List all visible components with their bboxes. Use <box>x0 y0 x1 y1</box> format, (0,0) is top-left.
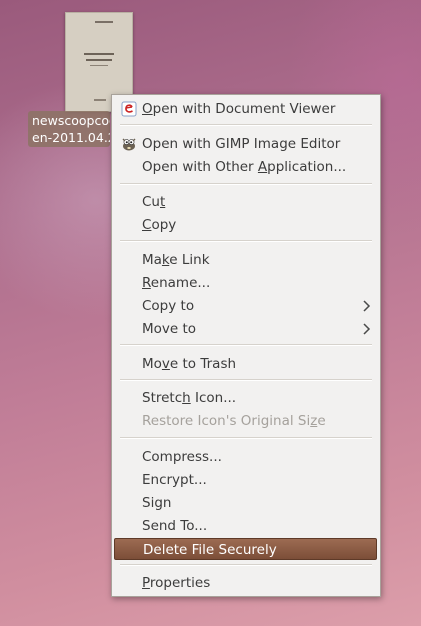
file-name-label[interactable]: newscoopcoo en-2011.04.28 <box>28 111 110 147</box>
accel-key: t <box>159 194 166 210</box>
separator <box>120 124 372 126</box>
label-post: Icon... <box>190 390 237 406</box>
label-post: ename... <box>150 275 211 291</box>
label-pre: Open with GIMP Image Editor <box>142 136 341 152</box>
accel-key: v <box>161 356 170 372</box>
menu-item-compress[interactable]: Compress... <box>114 446 378 468</box>
separator <box>120 564 372 566</box>
accel-key: P <box>142 575 150 591</box>
menu-item-encrypt[interactable]: Encrypt... <box>114 469 378 491</box>
menu-item-open-document-viewer[interactable]: Open with Document Viewer <box>114 98 378 120</box>
label-pre: Ma <box>142 252 162 268</box>
label-post: roperties <box>149 575 211 591</box>
separator <box>120 344 372 346</box>
label-post: pplication... <box>267 159 347 175</box>
chevron-right-icon <box>363 300 371 312</box>
menu-item-cut[interactable]: Cut <box>114 191 378 213</box>
menu-item-copy[interactable]: Copy <box>114 214 378 236</box>
label-pre: Encrypt... <box>142 472 207 488</box>
label-pre: Sign <box>142 495 172 511</box>
menu-item-move-to-trash[interactable]: Move to Trash <box>114 353 378 375</box>
label-post: opy <box>151 217 177 233</box>
menu-item-restore-icon-size: Restore Icon's Original Size <box>114 410 378 432</box>
accel-key: A <box>257 159 268 175</box>
label-pre: Restore Icon's Original Si <box>142 413 311 429</box>
menu-item-stretch-icon[interactable]: Stretch Icon... <box>114 387 378 409</box>
label-pre: Send To... <box>142 518 208 534</box>
menu-item-send-to[interactable]: Send To... <box>114 515 378 537</box>
label-pre: Delete File Securely <box>143 542 277 558</box>
menu-item-open-gimp[interactable]: Open with GIMP Image Editor <box>114 133 378 155</box>
menu-item-copy-to[interactable]: Copy to <box>114 295 378 317</box>
accel-key: O <box>142 101 153 117</box>
menu-item-properties[interactable]: Properties <box>114 572 378 594</box>
menu-item-delete-file-securely[interactable]: Delete File Securely <box>114 538 377 560</box>
label-post: pen with Document Viewer <box>152 101 336 117</box>
separator <box>120 240 372 242</box>
file-name-line2: en-2011.04.28 <box>32 130 110 145</box>
gimp-icon <box>122 138 136 151</box>
separator <box>120 437 372 439</box>
separator <box>120 183 372 185</box>
label-pre: Cu <box>142 194 160 210</box>
label-pre: Mo <box>142 356 162 372</box>
menu-item-open-other-application[interactable]: Open with Other Application... <box>114 156 378 178</box>
label-pre: Open with Other <box>142 159 258 175</box>
document-viewer-icon <box>121 101 137 117</box>
label-post: e to Trash <box>169 356 237 372</box>
label-pre: Stretc <box>142 390 183 406</box>
menu-item-move-to[interactable]: Move to <box>114 318 378 340</box>
label-post: e <box>317 413 326 429</box>
label-post: e Link <box>169 252 210 268</box>
menu-item-sign[interactable]: Sign <box>114 492 378 514</box>
label-pre: Move to <box>142 321 197 337</box>
menu-item-make-link[interactable]: Make Link <box>114 249 378 271</box>
menu-item-rename[interactable]: Rename... <box>114 272 378 294</box>
label-pre: Compress... <box>142 449 222 465</box>
label-pre: Copy to <box>142 298 195 314</box>
chevron-right-icon <box>363 323 371 335</box>
accel-key: h <box>182 390 191 406</box>
accel-key: R <box>142 275 151 291</box>
context-menu: Open with Document Viewer Open with GIMP… <box>111 94 381 597</box>
file-name-line1: newscoopcoo <box>32 113 110 128</box>
separator <box>120 379 372 381</box>
